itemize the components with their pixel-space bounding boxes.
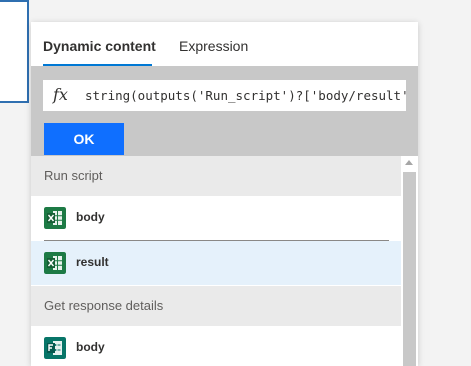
expression-area: fx string(outputs('Run_script')?['body/r… [31,66,418,156]
expression-input[interactable]: string(outputs('Run_script')?['body/resu… [85,80,406,111]
ok-button[interactable]: OK [44,123,124,155]
list-item-result[interactable]: result [31,241,401,285]
tab-dynamic-content[interactable]: Dynamic content [43,37,156,55]
section-header-label: Get response details [44,298,164,313]
dynamic-content-panel: Dynamic content Expression fx string(out… [31,22,418,366]
list-item-label: body [76,210,105,224]
section-header-run-script: Run script [31,156,401,196]
excel-icon [44,207,66,229]
section-header-get-response-details: Get response details [31,286,401,326]
scroll-up-icon[interactable] [405,160,413,165]
list-item-label: body [76,340,105,354]
list-item-body[interactable]: body [31,196,401,240]
list-item-body[interactable]: body [31,326,401,366]
tab-bar: Dynamic content Expression [31,22,418,66]
expression-box: fx string(outputs('Run_script')?['body/r… [43,80,406,111]
dynamic-content-list: Run script body result Get response deta… [31,156,401,366]
tab-expression[interactable]: Expression [179,37,248,55]
excel-icon [44,252,66,274]
scrollbar-thumb[interactable] [403,172,416,366]
forms-icon [44,337,66,359]
section-header-label: Run script [44,168,103,183]
vertical-scrollbar[interactable] [401,156,418,366]
fx-icon: fx [53,85,68,104]
background-card [0,0,29,103]
list-item-label: result [76,255,109,269]
